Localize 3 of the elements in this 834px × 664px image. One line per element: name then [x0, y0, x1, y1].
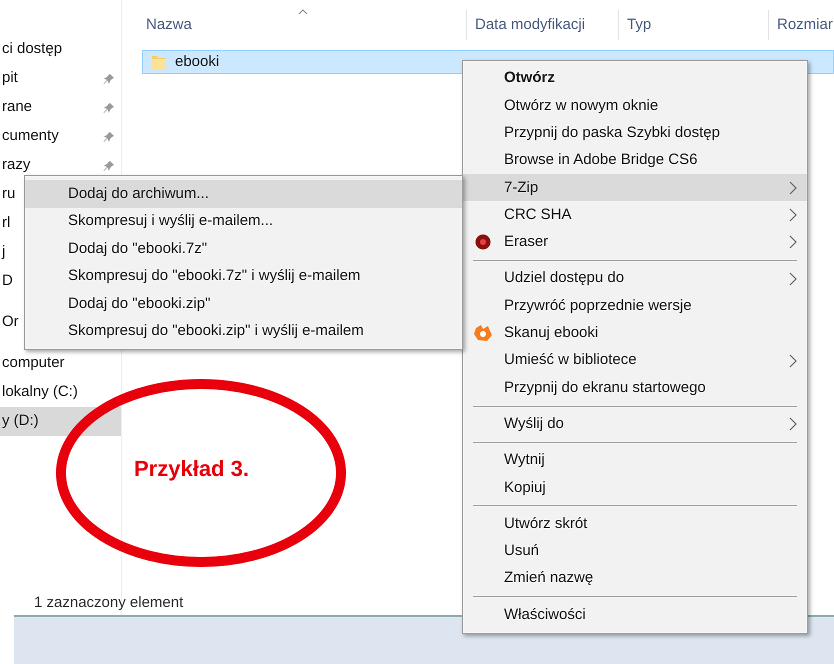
annotation-text: Przykład 3. [134, 455, 249, 483]
file-name: ebooki [175, 52, 220, 72]
status-text: 1 zaznaczony element [33, 594, 184, 611]
